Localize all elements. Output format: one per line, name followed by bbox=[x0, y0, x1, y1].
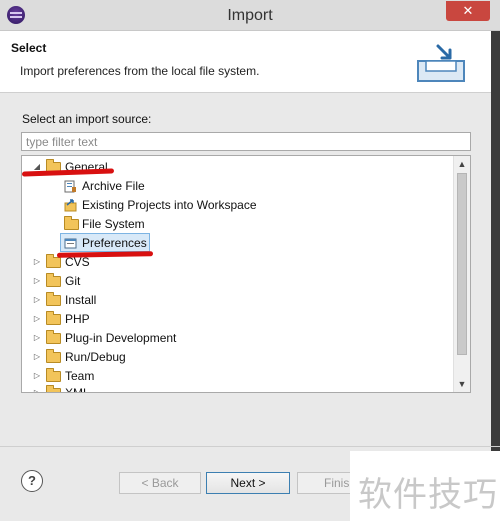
title-bar: Import ✕ bbox=[0, 0, 500, 31]
tree-item-plugin-development[interactable]: ▷ Plug-in Development bbox=[22, 329, 454, 347]
back-button[interactable]: < Back bbox=[119, 472, 201, 494]
tree-item-file-system[interactable]: File System bbox=[22, 215, 454, 233]
tree-item-label: Plug-in Development bbox=[65, 331, 177, 345]
folder-icon bbox=[64, 216, 79, 230]
tree-item-label: PHP bbox=[65, 312, 90, 326]
folder-icon bbox=[46, 311, 61, 325]
folder-icon bbox=[46, 368, 61, 382]
watermark-text: 软件技巧 bbox=[358, 475, 498, 515]
collapsed-arrow-icon[interactable]: ▷ bbox=[32, 367, 42, 385]
import-source-label: Select an import source: bbox=[22, 112, 152, 126]
tree-item-archive-file[interactable]: Archive File bbox=[22, 177, 454, 195]
page-description: Import preferences from the local file s… bbox=[20, 64, 260, 78]
folder-icon bbox=[46, 385, 61, 392]
collapsed-arrow-icon[interactable]: ▷ bbox=[32, 384, 42, 392]
tree-item-existing-projects[interactable]: Existing Projects into Workspace bbox=[22, 196, 454, 214]
tree-item-run-debug[interactable]: ▷ Run/Debug bbox=[22, 348, 454, 366]
close-button[interactable]: ✕ bbox=[446, 1, 490, 21]
folder-icon bbox=[46, 254, 61, 268]
window-title: Import bbox=[227, 7, 273, 24]
tree-item-label: Install bbox=[65, 293, 97, 307]
scroll-down-arrow-icon[interactable]: ▼ bbox=[454, 376, 470, 392]
filter-input[interactable] bbox=[21, 132, 471, 151]
collapsed-arrow-icon[interactable]: ▷ bbox=[32, 272, 42, 290]
folder-icon bbox=[46, 273, 61, 287]
scroll-up-arrow-icon[interactable]: ▲ bbox=[454, 156, 470, 172]
tree-item-label: Git bbox=[65, 274, 81, 288]
tree-item-php[interactable]: ▷ PHP bbox=[22, 310, 454, 328]
page-title: Select bbox=[11, 41, 47, 55]
scroll-thumb[interactable] bbox=[457, 173, 467, 355]
tree-item-preferences[interactable]: Preferences bbox=[22, 233, 454, 252]
tree-item-label: File System bbox=[82, 217, 145, 231]
tree-scrollbar[interactable]: ▲ ▼ bbox=[453, 156, 470, 392]
watermark: 软件技巧 bbox=[350, 451, 500, 521]
background-window-edge bbox=[491, 31, 500, 451]
tree-item-xml[interactable]: ▷ XML bbox=[22, 384, 454, 392]
tree-item-install[interactable]: ▷ Install bbox=[22, 291, 454, 309]
collapsed-arrow-icon[interactable]: ▷ bbox=[32, 291, 42, 309]
tree-item-git[interactable]: ▷ Git bbox=[22, 272, 454, 290]
import-source-tree[interactable]: ◢ General Archive File Existing Projects… bbox=[21, 155, 471, 393]
tree-item-label: Preferences bbox=[82, 236, 147, 250]
footer-separator bbox=[0, 446, 500, 447]
tree-item-team[interactable]: ▷ Team bbox=[22, 367, 454, 385]
tree-item-label: XML bbox=[65, 384, 90, 392]
import-wizard-icon bbox=[417, 44, 465, 82]
folder-icon bbox=[46, 292, 61, 306]
next-button[interactable]: Next > bbox=[206, 472, 290, 494]
help-icon[interactable]: ? bbox=[21, 470, 43, 492]
collapsed-arrow-icon[interactable]: ▷ bbox=[32, 253, 42, 271]
folder-icon bbox=[46, 349, 61, 363]
tree-item-label: Team bbox=[65, 369, 95, 383]
tree-item-label: Run/Debug bbox=[65, 350, 126, 364]
collapsed-arrow-icon[interactable]: ▷ bbox=[32, 329, 42, 347]
preferences-icon bbox=[64, 238, 77, 249]
tree-item-label: Existing Projects into Workspace bbox=[82, 198, 257, 212]
collapsed-arrow-icon[interactable]: ▷ bbox=[32, 310, 42, 328]
archive-file-icon bbox=[64, 180, 76, 193]
existing-projects-icon bbox=[64, 199, 77, 212]
tree-item-label: Archive File bbox=[82, 179, 145, 193]
wizard-header: Select Import preferences from the local… bbox=[0, 31, 500, 93]
folder-icon bbox=[46, 330, 61, 344]
collapsed-arrow-icon[interactable]: ▷ bbox=[32, 348, 42, 366]
